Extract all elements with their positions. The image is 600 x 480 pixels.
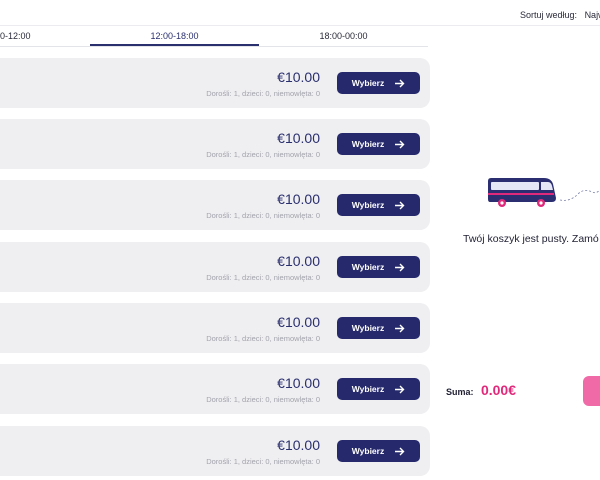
- trip-price: €10.00: [277, 375, 320, 391]
- passenger-info: Dorośli: 1, dzieci: 0, niemowlęta: 0: [206, 395, 320, 404]
- time-tabs: 0-12:00 12:00-18:00 18:00-00:00: [0, 26, 428, 47]
- top-bar: Sortuj według: Najw: [0, 0, 600, 26]
- select-button-label: Wybierz: [351, 200, 385, 210]
- trip-price: €10.00: [277, 69, 320, 85]
- tab-evening[interactable]: 18:00-00:00: [259, 26, 428, 46]
- select-button-label: Wybierz: [351, 78, 385, 88]
- arrow-right-icon: [395, 263, 405, 271]
- select-button-label: Wybierz: [351, 139, 385, 149]
- trip-price: €10.00: [277, 130, 320, 146]
- trip-price: €10.00: [277, 191, 320, 207]
- select-trip-button[interactable]: Wybierz: [337, 440, 420, 462]
- sum-label: Suma:: [446, 387, 474, 397]
- passenger-info: Dorośli: 1, dzieci: 0, niemowlęta: 0: [206, 150, 320, 159]
- trip-card: €10.00 Dorośli: 1, dzieci: 0, niemowlęta…: [0, 303, 430, 353]
- passenger-info: Dorośli: 1, dzieci: 0, niemowlęta: 0: [206, 89, 320, 98]
- tab-morning[interactable]: 0-12:00: [0, 26, 40, 46]
- trip-card: €10.00 Dorośli: 1, dzieci: 0, niemowlęta…: [0, 426, 430, 476]
- trip-card: €10.00 Dorośli: 1, dzieci: 0, niemowlęta…: [0, 242, 430, 292]
- passenger-info: Dorośli: 1, dzieci: 0, niemowlęta: 0: [206, 211, 320, 220]
- trip-price: €10.00: [277, 314, 320, 330]
- select-button-label: Wybierz: [351, 384, 385, 394]
- sort-control[interactable]: Sortuj według: Najw: [520, 10, 600, 20]
- arrow-right-icon: [395, 140, 405, 148]
- trip-price: €10.00: [277, 253, 320, 269]
- arrow-right-icon: [395, 324, 405, 332]
- trip-card: €10.00 Dorośli: 1, dzieci: 0, niemowlęta…: [0, 364, 430, 414]
- select-trip-button[interactable]: Wybierz: [337, 72, 420, 94]
- trip-card: €10.00 Dorośli: 1, dzieci: 0, niemowlęta…: [0, 180, 430, 230]
- select-button-label: Wybierz: [351, 323, 385, 333]
- trip-card: €10.00 Dorośli: 1, dzieci: 0, niemowlęta…: [0, 119, 430, 169]
- select-button-label: Wybierz: [351, 446, 385, 456]
- cart-sum: Suma: 0.00€: [446, 382, 516, 400]
- order-button[interactable]: [583, 376, 600, 406]
- select-trip-button[interactable]: Wybierz: [337, 317, 420, 339]
- empty-cart-message: Twój koszyk jest pusty. Zamó: [463, 233, 599, 245]
- sort-label: Sortuj według:: [520, 10, 578, 20]
- trip-price: €10.00: [277, 437, 320, 453]
- select-trip-button[interactable]: Wybierz: [337, 133, 420, 155]
- arrow-right-icon: [395, 79, 405, 87]
- passenger-info: Dorośli: 1, dzieci: 0, niemowlęta: 0: [206, 273, 320, 282]
- tab-afternoon[interactable]: 12:00-18:00: [90, 26, 259, 46]
- arrow-right-icon: [395, 385, 405, 393]
- trip-card: €10.00 Dorośli: 1, dzieci: 0, niemowlęta…: [0, 58, 430, 108]
- select-trip-button[interactable]: Wybierz: [337, 194, 420, 216]
- passenger-info: Dorośli: 1, dzieci: 0, niemowlęta: 0: [206, 334, 320, 343]
- passenger-info: Dorośli: 1, dzieci: 0, niemowlęta: 0: [206, 457, 320, 466]
- select-button-label: Wybierz: [351, 262, 385, 272]
- sort-value[interactable]: Najw: [585, 10, 600, 20]
- arrow-right-icon: [395, 201, 405, 209]
- select-trip-button[interactable]: Wybierz: [337, 256, 420, 278]
- sum-value: 0.00€: [480, 382, 517, 398]
- arrow-right-icon: [395, 447, 405, 455]
- bus-icon: [488, 178, 600, 207]
- select-trip-button[interactable]: Wybierz: [337, 378, 420, 400]
